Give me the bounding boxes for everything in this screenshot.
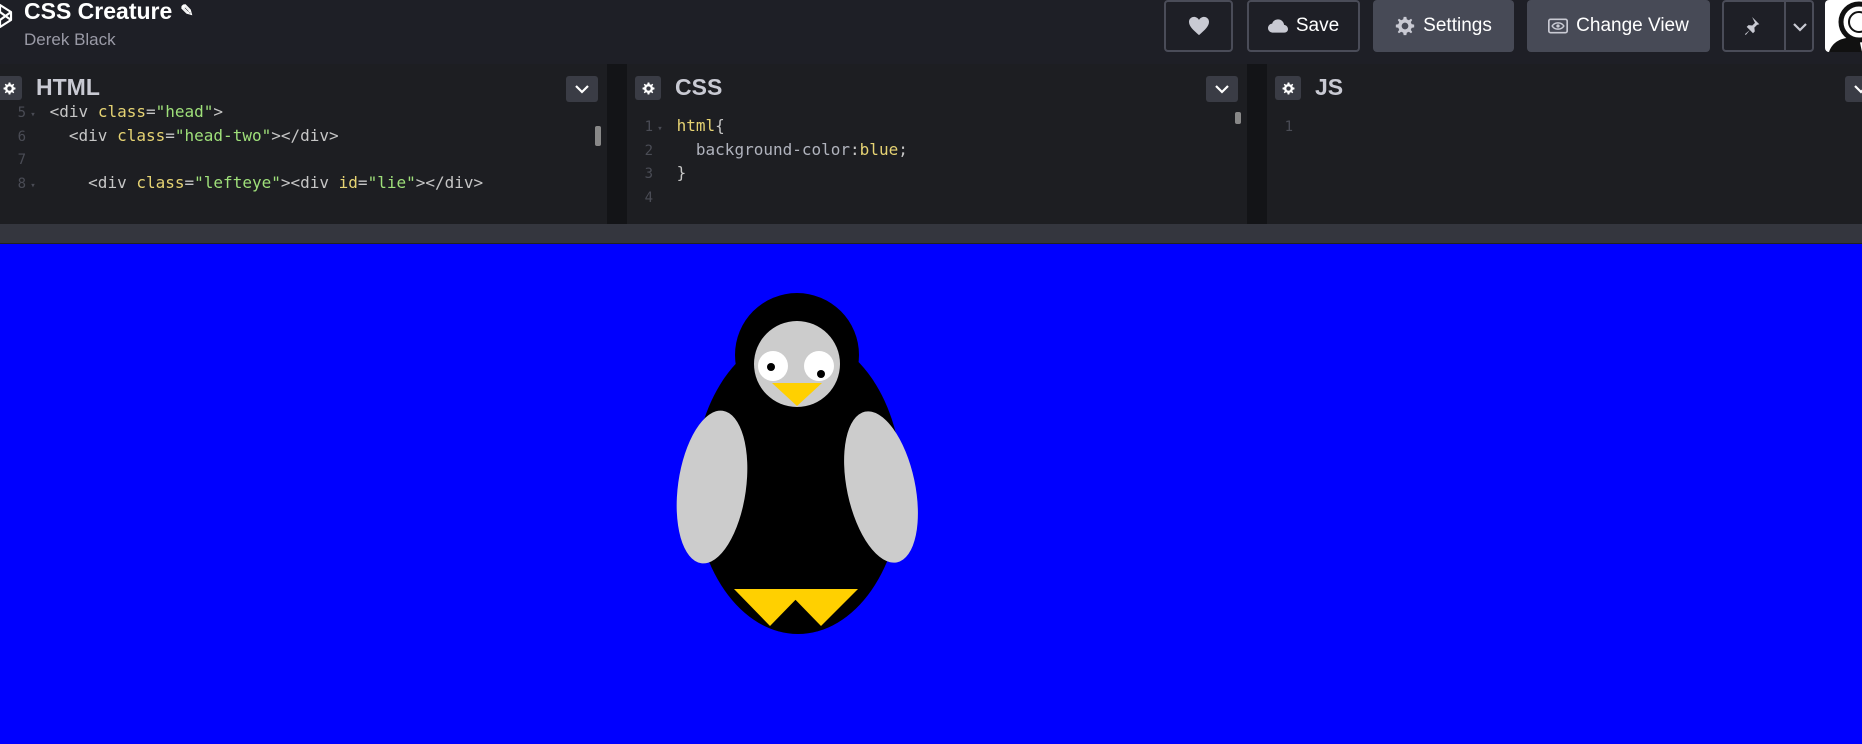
html-editor-pane: HTML 5 ▾ <div class="head"> 6 <div class="… (0, 64, 607, 224)
code-token: "lefteye" (194, 172, 281, 192)
cloud-icon (1267, 19, 1288, 33)
change-view-button[interactable]: Change View (1527, 0, 1710, 52)
code-token: > (213, 102, 224, 121)
pen-title-text: CSS Creature (24, 0, 173, 24)
code-line[interactable]: 1 (1267, 112, 1317, 140)
user-avatar[interactable] (1825, 0, 1862, 52)
eye-window-icon (1548, 18, 1569, 34)
fold-marker (1293, 115, 1307, 143)
js-pane-header: JS (1267, 64, 1862, 112)
code-token: background-color (676, 139, 851, 159)
code-token: html (676, 116, 716, 135)
settings-button[interactable]: Settings (1373, 0, 1514, 52)
html-collapse-button[interactable] (566, 76, 598, 102)
css-code[interactable]: 1 ▾ html{2 background-color:blue; 3 } 4 (627, 112, 1247, 224)
gear-icon (642, 82, 654, 94)
code-token: = (184, 172, 195, 192)
css-scrollbar[interactable] (1235, 112, 1241, 124)
preview-frame (0, 244, 1862, 739)
css-pane-title: CSS (675, 74, 723, 100)
code-token: <div (49, 102, 98, 121)
code-token: <div (49, 125, 118, 145)
code-token: { (715, 116, 725, 135)
chevron-down-icon (575, 85, 589, 94)
chevron-down-icon (1215, 85, 1229, 94)
code-line[interactable]: 4 (627, 183, 677, 211)
code-token: class (117, 125, 166, 145)
fold-marker (653, 186, 667, 214)
gear-icon (1396, 16, 1415, 36)
code-token: "lie" (367, 172, 416, 192)
settings-button-label: Settings (1423, 15, 1492, 36)
penguin-creature (676, 293, 918, 634)
js-editor-pane: JS 1 (1267, 64, 1862, 224)
line-number: 4 (644, 189, 653, 206)
js-pane-title: JS (1315, 74, 1344, 100)
heart-icon (1188, 16, 1209, 36)
top-bar: CSS Creature ✎ Derek Black Save Settings … (0, 0, 1862, 64)
codepen-logo-icon[interactable] (0, 2, 14, 30)
code-token: ></div> (415, 172, 484, 192)
code-token: = (357, 172, 368, 192)
heart-button[interactable] (1164, 0, 1233, 52)
js-settings-button[interactable] (1275, 76, 1301, 100)
html-scrollbar[interactable] (595, 126, 601, 146)
js-code[interactable]: 1 (1267, 112, 1862, 224)
save-button-label: Save (1295, 15, 1340, 36)
line-number: 8 (17, 175, 26, 192)
line-number: 1 (1284, 119, 1293, 135)
code-token: <div (49, 172, 137, 192)
save-button[interactable]: Save (1247, 0, 1360, 52)
resize-divider[interactable] (0, 224, 1862, 244)
html-settings-button[interactable] (0, 76, 22, 100)
edit-pencil-icon[interactable]: ✎ (180, 1, 193, 21)
pin-divider (1784, 2, 1786, 50)
code-line[interactable]: 6 <div class="head-two"></div> (0, 122, 339, 150)
penguin-right-pupil (817, 370, 825, 378)
code-token: = (145, 102, 156, 121)
html-code[interactable]: 5 ▾ <div class="head"> 6 <div class="head-… (0, 102, 607, 224)
js-collapse-button[interactable] (1845, 76, 1862, 102)
avatar-image (1829, 1, 1862, 52)
code-token: = (165, 125, 175, 145)
code-token: "head-two" (174, 125, 272, 145)
author-name[interactable]: Derek Black (24, 30, 116, 50)
chevron-down-icon[interactable] (1793, 22, 1807, 32)
fold-marker: ▾ (30, 180, 36, 191)
code-token: id (338, 172, 358, 192)
code-token: blue (859, 139, 899, 159)
penguin-left-pupil (767, 363, 775, 371)
code-token: ><div (280, 172, 339, 192)
css-pane-header: CSS (627, 64, 1247, 112)
chevron-down-icon (1854, 85, 1862, 94)
css-settings-button[interactable] (635, 76, 661, 100)
pen-title[interactable]: CSS Creature ✎ (24, 0, 194, 25)
code-token: : (850, 139, 860, 159)
gear-icon (1282, 82, 1294, 94)
code-token: ></div> (271, 125, 339, 145)
change-view-button-label: Change View (1576, 15, 1689, 36)
code-token: } (676, 163, 687, 182)
gear-icon (3, 82, 15, 94)
code-token: class (97, 102, 146, 121)
code-token: ; (898, 139, 908, 159)
html-pane-title: HTML (36, 74, 100, 100)
css-collapse-button[interactable] (1206, 76, 1238, 102)
code-line[interactable]: 8 ▾ <div class="lefteye"><div id="lie"></… (0, 169, 484, 197)
editor-area: HTML 5 ▾ <div class="head"> 6 <div class="… (0, 64, 1862, 224)
css-editor-pane: CSS 1 ▾ html{2 background-color:blue; 3 } 4 (627, 64, 1247, 224)
code-token: class (136, 172, 185, 192)
code-token: "head" (155, 102, 214, 121)
pin-button[interactable] (1722, 0, 1814, 52)
pin-icon (1744, 17, 1760, 35)
